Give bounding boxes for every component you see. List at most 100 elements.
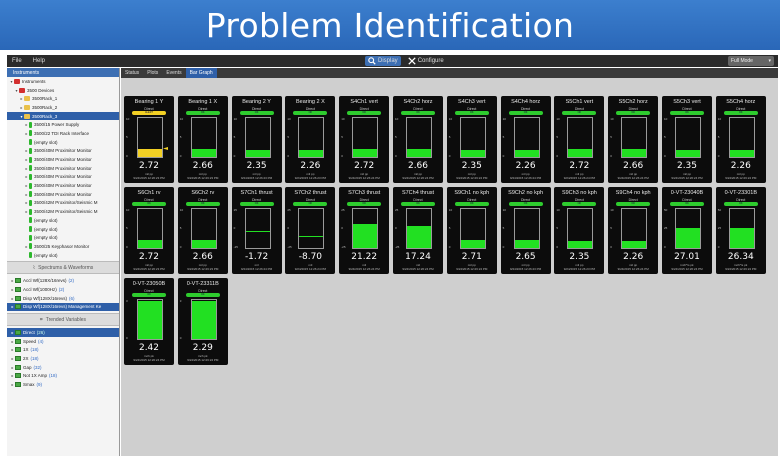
waveforms-item[interactable]: ▸ Disp Wf(128X/16revs) (6)	[7, 294, 119, 303]
variables-item[interactable]: ▸ Smax (9)	[7, 380, 119, 389]
gauge-scale: 30	[126, 299, 136, 340]
gauge-scale: 50 25 0	[718, 208, 728, 249]
scale-tick-label: -25	[395, 245, 400, 249]
bar-graph-card[interactable]: S9Ch2 no kph Direct OK 10 5 0 2.65 mil pp 9/24/2…	[500, 187, 551, 274]
gauge-fill	[245, 149, 270, 157]
gauge-scale: 10 5 0	[126, 208, 136, 249]
bar-graph-card[interactable]: 0-VT-23040B Direct OK 50 25 0 27.01 inch*/s pk 9…	[662, 187, 712, 274]
bar-graph-card[interactable]: S4Ch3 vert Direct OK 10 5 0 2.35 mil pp 9/24/201…	[446, 96, 497, 183]
bar-graph-card[interactable]: S6Ch2 rv Direct OK 10 5 0 2.66 mil pp 9/24/2015 …	[177, 187, 228, 274]
bar-graph-card[interactable]: S5Ch2 horz Direct OK 10 5 0 2.66 mil pp 9/24/201…	[608, 96, 659, 183]
gauge-scale: 10 5 0	[664, 117, 674, 158]
tree-item[interactable]: ▸ 3500/40M Proximitor Monitor	[7, 190, 119, 199]
instruments-header[interactable]: Instruments	[7, 68, 119, 77]
bar-graph-card[interactable]: Bearing 1 X Direct OK 10 5 0 2.66 mil pp 9/24/20…	[177, 96, 228, 183]
waveforms-item[interactable]: ▸ Accl Wf(128X/16revs) (2)	[7, 276, 119, 285]
tree-item-label: 3500/15 Power Supply	[34, 122, 80, 128]
tree-item[interactable]: (empty slot)	[7, 216, 119, 225]
bar-graph-card[interactable]: Bearing 2 Y Direct OK 10 5 0 2.35 mil pp 9/24/20…	[231, 96, 282, 183]
tree-item[interactable]: ▸ 3500/40M Proximitor Monitor	[7, 181, 119, 190]
bar-graph-card[interactable]: S5Ch1 vert Direct OK 10 5 0 2.72 mil pp 9/24/201…	[554, 96, 605, 183]
scale-tick-label: 5	[448, 226, 451, 230]
bar-graph-card[interactable]: S6Ch1 rv Direct OK 10 5 0 2.72 mil pp 9/24/2015 …	[124, 187, 174, 274]
scale-tick-label: 10	[502, 117, 506, 121]
tree-item[interactable]: (empty slot)	[7, 233, 119, 242]
scale-tick-label: 0	[448, 154, 451, 158]
tree-item[interactable]: ▸ 3500/42M Proximitor/Seismic M	[7, 199, 119, 208]
gauge-scale: 10 5 0	[234, 117, 244, 158]
display-button[interactable]: Display	[365, 56, 401, 66]
scale-tick-label: 0	[556, 154, 559, 158]
bar-graph-card[interactable]: S4Ch2 horz Direct OK 10 5 0 2.66 mil pp 9/24/201…	[393, 96, 443, 183]
tree-item[interactable]: ▸ 3500/25 Keyphasor Monitor	[7, 242, 119, 251]
gauge-fill	[407, 226, 431, 248]
tab-events[interactable]: Events	[162, 68, 185, 78]
card-timestamp: 9/24/2015 12:26:24 PM	[563, 176, 595, 180]
trended-variables-bar[interactable]: ⌗ Trended Variables	[7, 313, 119, 327]
bar-graph-card[interactable]: S7Ch3 thrust Direct OK 25 0 -25 21.22 mil 9/24/2…	[339, 187, 390, 274]
bar-graph-card[interactable]: 0-VT-23050B Direct OK 3 0 2.42 inch pk 9/24/201…	[124, 278, 174, 365]
alert-setpoint-marker	[163, 147, 168, 150]
menu-file[interactable]: File	[12, 58, 22, 64]
variables-item[interactable]: ▸ Direct (26)	[7, 328, 119, 337]
tree-item[interactable]: ▸ 3500/42M Proximitor/Seismic M	[7, 207, 119, 216]
tree-item[interactable]: ▸ 3500Rack_1	[7, 94, 119, 103]
bar-graph-card[interactable]: S9Ch3 no kph Direct OK 10 5 0 2.35 mil pp 9/24/2…	[554, 187, 605, 274]
menu-help[interactable]: Help	[33, 58, 45, 64]
tree-item[interactable]: (empty slot)	[7, 225, 119, 234]
tree-item[interactable]: ▸ 3500Rack_2	[7, 103, 119, 112]
bar-graph-card[interactable]: S4Ch4 horz Direct OK 10 5 0 2.26 mil pp 9/24/201…	[500, 96, 551, 183]
tree-item[interactable]: ▸ 3500/40M Proximitor Monitor	[7, 173, 119, 182]
tree-item-label: Instruments	[22, 78, 46, 84]
bar-graph-card[interactable]: S4Ch1 vert Direct OK 10 5 0 2.72 mil pp 9/24/201…	[339, 96, 390, 183]
status-badge: OK	[454, 202, 489, 206]
tree-item[interactable]: ▸ 3500/40M Proximitor Monitor	[7, 147, 119, 156]
variables-item[interactable]: ▸ Speed (4)	[7, 337, 119, 346]
bar-graph-card[interactable]: 0-VT-23311B Direct OK 3 0 2.29 inch pk 9/24/201…	[177, 278, 228, 365]
tab-bar-graph[interactable]: Bar Graph	[185, 68, 217, 78]
bar-graph-card[interactable]: S7Ch2 thrust Direct OK 25 0 -25 -8.70 mil 9/24/2…	[285, 187, 336, 274]
card-timestamp: 9/24/2015 12:26:24 PM	[402, 267, 434, 271]
tree-item[interactable]: ▸ 3500/15 Power Supply	[7, 120, 119, 129]
tree-item[interactable]: ▾ 3500 Devices	[7, 86, 119, 95]
tree-item[interactable]: ▾ Instruments	[7, 77, 119, 86]
card-value: 2.35	[676, 161, 698, 171]
module-icon	[29, 165, 32, 172]
scale-tick-label: 10	[126, 117, 130, 121]
gauge-fill	[353, 149, 378, 157]
slide-title: Problem Identification	[205, 5, 575, 45]
waveforms-item[interactable]: ▸ Accl Wf(1000Hz) (2)	[7, 285, 119, 294]
tree-item[interactable]: ▾ 3500Rack_3	[7, 111, 119, 121]
bar-graph-card[interactable]: Bearing 1 Y Direct ALERT 10 5 0 2.72 mil pp 9/24…	[124, 96, 174, 183]
mode-dropdown[interactable]: Full Mode ▾	[728, 56, 774, 66]
bar-graph-card[interactable]: 0-VT-23301B Direct OK 50 25 0 26.34 inch*/s pk 9…	[715, 187, 766, 274]
card-value: 2.72	[138, 161, 160, 171]
tree-item[interactable]: (empty slot)	[7, 138, 119, 147]
tab-status[interactable]: Status	[121, 68, 143, 78]
bar-graph-card[interactable]: S7Ch1 thrust Direct OK 25 0 -25 -1.72 mil 9/24/2…	[231, 187, 282, 274]
bar-graph-card[interactable]: S7Ch4 thrust Direct OK 25 0 -25 17.24 mil 9/24/2…	[393, 187, 443, 274]
spectrums-waveforms-bar[interactable]: ⌇ Spectrums & Waveforms	[7, 261, 119, 275]
tree-item[interactable]: ▸ 3500/22 TDI Rack Interface	[7, 129, 119, 138]
variable-list: ▸ Direct (26) ▸ Speed (4) ▸ 1X (18) ▸ 2X (18) ▸ Gap (3…	[7, 328, 119, 389]
waveforms-item[interactable]: ▸ Disp Wf(128X/16revs) Management Ke	[7, 302, 119, 312]
variables-item[interactable]: ▸ Not 1X Amp (18)	[7, 372, 119, 381]
tree-item[interactable]: (empty slot)	[7, 251, 119, 260]
bar-graph-card[interactable]: S5Ch4 horz Direct OK 10 5 0 2.26 mil pp 9/24/201…	[715, 96, 766, 183]
tree-item[interactable]: ▸ 3500/40M Proximitor Monitor	[7, 164, 119, 173]
tab-plots[interactable]: Plots	[143, 68, 162, 78]
bar-graph-card[interactable]: S5Ch3 vert Direct OK 10 5 0 2.35 mil pp 9/24/201…	[662, 96, 712, 183]
scale-tick-label: 0	[287, 226, 290, 230]
scale-tick-label: 10	[556, 208, 560, 212]
bar-graph-card[interactable]: Bearing 2 X Direct OK 10 5 0 2.26 mil pp 9/24/20…	[285, 96, 336, 183]
card-title: S7Ch1 thrust	[240, 190, 273, 196]
scale-tick-label: 0	[395, 226, 397, 230]
bar-graph-card[interactable]: S9Ch1 no kph Direct OK 10 5 0 2.71 mil pp 9/24/2…	[446, 187, 497, 274]
configure-button[interactable]: Configure	[405, 56, 447, 66]
variables-item[interactable]: ▸ Gap (32)	[7, 363, 119, 372]
bar-graph-card[interactable]: S9Ch4 no kph Direct OK 10 5 0 2.26 mil pp 9/24/2…	[608, 187, 659, 274]
tree-item[interactable]: ▸ 3500/40M Proximitor Monitor	[7, 155, 119, 164]
scale-tick-label: 10	[664, 117, 668, 121]
variables-item[interactable]: ▸ 1X (18)	[7, 346, 119, 355]
variables-item[interactable]: ▸ 2X (18)	[7, 354, 119, 363]
